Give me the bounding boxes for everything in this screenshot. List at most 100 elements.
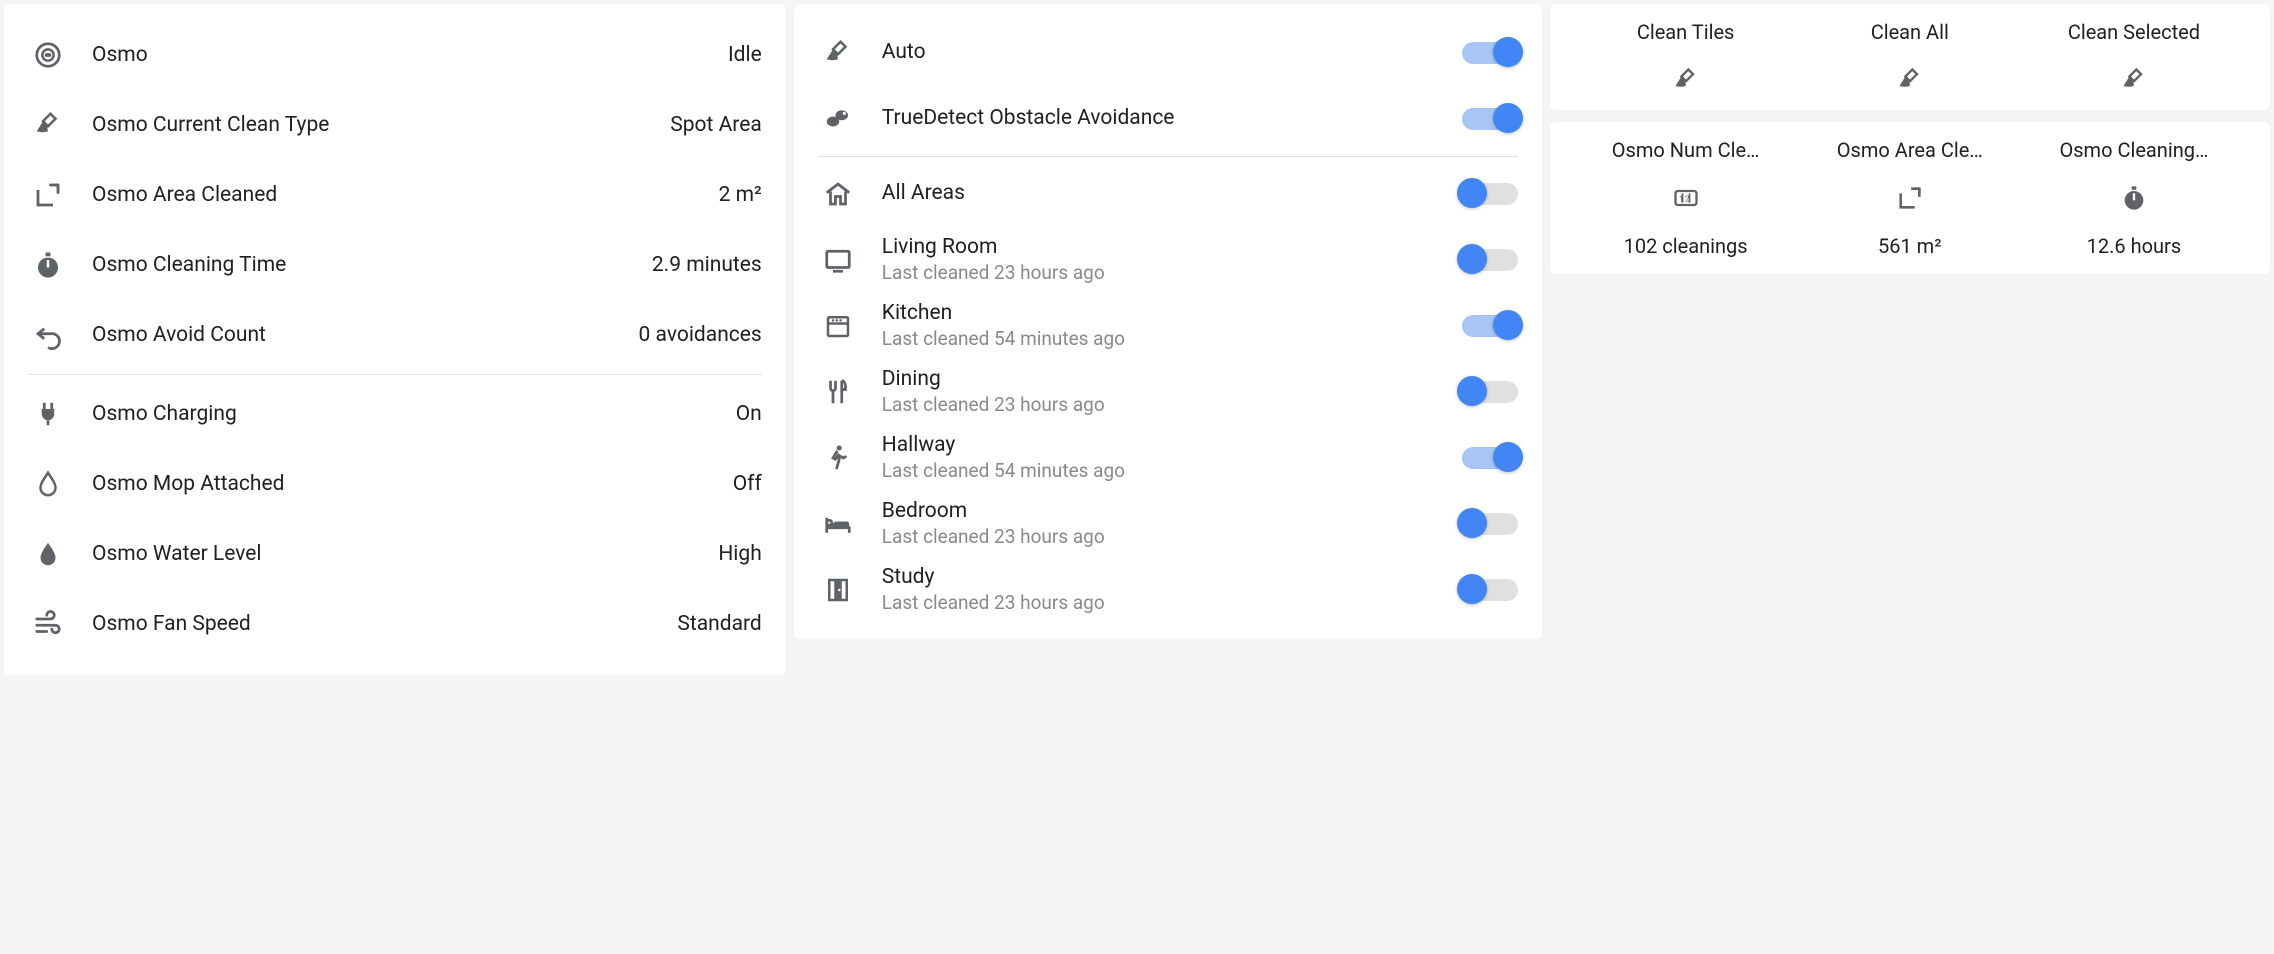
status-value: 0 avoidances xyxy=(639,323,762,347)
toggle-label: Dining xyxy=(882,366,1438,393)
status-row[interactable]: Osmo Fan Speed Standard xyxy=(28,589,762,659)
status-row[interactable]: Osmo Cleaning Time 2.9 minutes xyxy=(28,230,762,300)
action-label: Clean All xyxy=(1798,20,2022,44)
actions-card: Clean Tiles Clean All Clean Selected xyxy=(1550,4,2270,110)
toggles-card: Auto TrueDetect Obstacle Avoidance All A… xyxy=(794,4,1542,639)
status-label: Osmo Area Cleaned xyxy=(92,183,695,207)
status-row[interactable]: Osmo Avoid Count 0 avoidances xyxy=(28,300,762,370)
broom-icon xyxy=(818,38,858,68)
toggle-switch[interactable] xyxy=(1462,315,1518,337)
broom-icon xyxy=(2022,66,2246,94)
status-value: On xyxy=(736,402,762,426)
status-label: Osmo Fan Speed xyxy=(92,612,653,636)
toggle-row[interactable]: Bedroom Last cleaned 23 hours ago xyxy=(818,491,1518,557)
stat-label: Osmo Num Cle… xyxy=(1574,138,1798,162)
area-subtitle: Last cleaned 23 hours ago xyxy=(882,591,1438,616)
stat-value: 102 cleanings xyxy=(1574,234,1798,258)
oven-icon xyxy=(818,311,858,341)
status-label: Osmo xyxy=(92,43,704,67)
status-value: 2.9 minutes xyxy=(652,253,762,277)
drop-icon xyxy=(28,539,68,569)
status-label: Osmo Mop Attached xyxy=(92,472,709,496)
toggle-row[interactable]: TrueDetect Obstacle Avoidance xyxy=(818,86,1518,152)
svg-text:1: 1 xyxy=(1679,194,1684,204)
status-row[interactable]: Osmo Water Level High xyxy=(28,519,762,589)
toggle-switch[interactable] xyxy=(1462,108,1518,130)
action-label: Clean Selected xyxy=(2022,20,2246,44)
counter-icon: 12 xyxy=(1574,184,1798,212)
status-value: Spot Area xyxy=(670,113,762,137)
divider xyxy=(818,156,1518,157)
status-value: 2 m² xyxy=(719,183,762,207)
stopwatch-icon xyxy=(2022,184,2246,212)
drop-outline-icon xyxy=(28,469,68,499)
toggle-row[interactable]: All Areas xyxy=(818,161,1518,227)
toggle-switch[interactable] xyxy=(1462,447,1518,469)
toggle-label: Auto xyxy=(882,39,1438,66)
area-subtitle: Last cleaned 54 minutes ago xyxy=(882,327,1438,352)
toggle-label: TrueDetect Obstacle Avoidance xyxy=(882,105,1438,132)
toggle-row[interactable]: Hallway Last cleaned 54 minutes ago xyxy=(818,425,1518,491)
toggle-row[interactable]: Study Last cleaned 23 hours ago xyxy=(818,557,1518,623)
door-icon xyxy=(818,575,858,605)
toggle-switch[interactable] xyxy=(1462,579,1518,601)
action-clean all[interactable]: Clean All xyxy=(1798,20,2022,94)
stat-value: 12.6 hours xyxy=(2022,234,2246,258)
undo-icon xyxy=(28,320,68,350)
stat-item[interactable]: Osmo Area Cle… 561 m² xyxy=(1798,138,2022,258)
status-row[interactable]: Osmo Mop Attached Off xyxy=(28,449,762,519)
toggle-label: Hallway xyxy=(882,432,1438,459)
toggle-label: Living Room xyxy=(882,234,1438,261)
broom-icon xyxy=(28,110,68,140)
status-label: Osmo Cleaning Time xyxy=(92,253,628,277)
toggle-switch[interactable] xyxy=(1462,183,1518,205)
toggle-label: Study xyxy=(882,564,1438,591)
area-subtitle: Last cleaned 23 hours ago xyxy=(882,261,1438,286)
area-icon xyxy=(28,180,68,210)
home-icon xyxy=(818,179,858,209)
stat-label: Osmo Cleaning… xyxy=(2022,138,2246,162)
status-card: Osmo Idle Osmo Current Clean Type Spot A… xyxy=(4,4,786,675)
stat-label: Osmo Area Cle… xyxy=(1798,138,2022,162)
plug-icon xyxy=(28,399,68,429)
status-label: Osmo Current Clean Type xyxy=(92,113,646,137)
status-row[interactable]: Osmo Charging On xyxy=(28,379,762,449)
area-icon xyxy=(1798,184,2022,212)
toggle-row[interactable]: Living Room Last cleaned 23 hours ago xyxy=(818,227,1518,293)
status-value: Idle xyxy=(728,43,762,67)
status-label: Osmo Avoid Count xyxy=(92,323,615,347)
toggle-label: All Areas xyxy=(882,180,1438,207)
status-row[interactable]: Osmo Idle xyxy=(28,20,762,90)
area-subtitle: Last cleaned 54 minutes ago xyxy=(882,459,1438,484)
toggle-label: Kitchen xyxy=(882,300,1438,327)
toggle-row[interactable]: Auto xyxy=(818,20,1518,86)
status-row[interactable]: Osmo Current Clean Type Spot Area xyxy=(28,90,762,160)
toggle-switch[interactable] xyxy=(1462,381,1518,403)
status-value: Standard xyxy=(677,612,761,636)
toggle-switch[interactable] xyxy=(1462,513,1518,535)
walk-icon xyxy=(818,443,858,473)
toggle-row[interactable]: Dining Last cleaned 23 hours ago xyxy=(818,359,1518,425)
toggle-switch[interactable] xyxy=(1462,42,1518,64)
wind-icon xyxy=(28,609,68,639)
robot-icon xyxy=(28,40,68,70)
area-subtitle: Last cleaned 23 hours ago xyxy=(882,525,1438,550)
stat-item[interactable]: Osmo Cleaning… 12.6 hours xyxy=(2022,138,2246,258)
status-row[interactable]: Osmo Area Cleaned 2 m² xyxy=(28,160,762,230)
fork-icon xyxy=(818,377,858,407)
action-clean selected[interactable]: Clean Selected xyxy=(2022,20,2246,94)
stat-item[interactable]: Osmo Num Cle… 12 102 cleanings xyxy=(1574,138,1798,258)
status-label: Osmo Water Level xyxy=(92,542,694,566)
toggle-row[interactable]: Kitchen Last cleaned 54 minutes ago xyxy=(818,293,1518,359)
stat-value: 561 m² xyxy=(1798,234,2022,258)
status-value: High xyxy=(718,542,761,566)
svg-text:2: 2 xyxy=(1684,194,1689,204)
bed-icon xyxy=(818,509,858,539)
broom-icon xyxy=(1798,66,2022,94)
action-clean tiles[interactable]: Clean Tiles xyxy=(1574,20,1798,94)
toggle-switch[interactable] xyxy=(1462,249,1518,271)
tv-icon xyxy=(818,245,858,275)
divider xyxy=(28,374,762,375)
status-value: Off xyxy=(733,472,762,496)
area-subtitle: Last cleaned 23 hours ago xyxy=(882,393,1438,418)
